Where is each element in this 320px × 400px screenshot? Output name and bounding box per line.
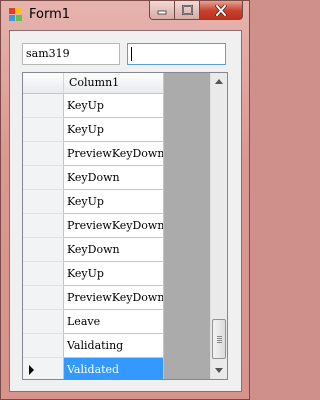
scroll-down-button[interactable] bbox=[211, 362, 227, 379]
table-row[interactable]: KeyDown bbox=[23, 166, 164, 190]
grid-cell[interactable]: PreviewKeyDown bbox=[64, 214, 164, 238]
grid-corner-header[interactable] bbox=[23, 73, 64, 94]
maximize-icon bbox=[181, 5, 193, 15]
table-row[interactable]: Validating bbox=[23, 334, 164, 358]
table-row[interactable]: KeyUp bbox=[23, 262, 164, 286]
grid-cell[interactable]: KeyUp bbox=[64, 262, 164, 286]
grid-cell[interactable]: Validating bbox=[64, 334, 164, 358]
grid-cell[interactable]: Leave bbox=[64, 310, 164, 334]
maximize-button[interactable] bbox=[175, 1, 200, 20]
data-grid-view[interactable]: Column1 KeyUp KeyUp PreviewKeyDown KeyDown K… bbox=[22, 72, 228, 380]
scroll-down-icon bbox=[215, 368, 223, 373]
grid-cell[interactable]: Validated bbox=[64, 358, 164, 379]
table-row[interactable]: Validated bbox=[23, 358, 164, 379]
row-header[interactable] bbox=[23, 286, 64, 310]
title-bar[interactable]: Form1 bbox=[1, 1, 249, 29]
scroll-thumb[interactable] bbox=[212, 319, 226, 359]
grid-cell[interactable]: KeyUp bbox=[64, 118, 164, 142]
row-header[interactable] bbox=[23, 190, 64, 214]
textbox-1[interactable]: sam319 bbox=[22, 43, 120, 65]
text-caret bbox=[131, 47, 132, 61]
grid-cell[interactable]: KeyDown bbox=[64, 166, 164, 190]
column-header-column1[interactable]: Column1 bbox=[64, 73, 164, 94]
current-row-arrow-icon bbox=[29, 365, 34, 375]
vertical-scrollbar[interactable] bbox=[210, 73, 227, 379]
grid-cell[interactable]: KeyUp bbox=[64, 190, 164, 214]
row-header[interactable] bbox=[23, 142, 64, 166]
grid-content: Column1 KeyUp KeyUp PreviewKeyDown KeyDown K… bbox=[23, 73, 210, 379]
table-row[interactable]: KeyUp bbox=[23, 94, 164, 118]
table-row[interactable]: KeyUp bbox=[23, 118, 164, 142]
row-header[interactable] bbox=[23, 166, 64, 190]
row-header[interactable] bbox=[23, 334, 64, 358]
row-header[interactable] bbox=[23, 118, 64, 142]
row-header[interactable] bbox=[23, 214, 64, 238]
minimize-button[interactable] bbox=[149, 1, 175, 20]
table-row[interactable]: PreviewKeyDown bbox=[23, 142, 164, 166]
caption-buttons bbox=[149, 1, 243, 21]
close-icon bbox=[215, 4, 227, 16]
table-row[interactable]: KeyDown bbox=[23, 238, 164, 262]
grid-cell[interactable]: PreviewKeyDown bbox=[64, 142, 164, 166]
table-row[interactable]: Leave bbox=[23, 310, 164, 334]
textbox-2[interactable] bbox=[127, 43, 226, 65]
table-row[interactable]: KeyUp bbox=[23, 190, 164, 214]
scroll-up-icon bbox=[215, 79, 223, 84]
grid-cell[interactable]: KeyDown bbox=[64, 238, 164, 262]
row-header[interactable] bbox=[23, 310, 64, 334]
window-frame: Form1 sam319 Column1 KeyUp KeyUp Preview… bbox=[0, 0, 250, 400]
row-header[interactable] bbox=[23, 238, 64, 262]
row-header[interactable] bbox=[23, 358, 64, 379]
winforms-app-icon bbox=[9, 8, 22, 21]
form-client-area: sam319 Column1 KeyUp KeyUp PreviewKeyDown K… bbox=[9, 30, 242, 392]
grid-header-row: Column1 bbox=[23, 73, 164, 94]
row-header[interactable] bbox=[23, 94, 64, 118]
table-row[interactable]: PreviewKeyDown bbox=[23, 286, 164, 310]
close-button[interactable] bbox=[200, 1, 243, 20]
table-row[interactable]: PreviewKeyDown bbox=[23, 214, 164, 238]
grid-rows: KeyUp KeyUp PreviewKeyDown KeyDown KeyUp Prev… bbox=[23, 94, 164, 379]
minimize-icon bbox=[157, 10, 167, 15]
window-title: Form1 bbox=[29, 7, 71, 22]
grid-cell[interactable]: PreviewKeyDown bbox=[64, 286, 164, 310]
scroll-up-button[interactable] bbox=[211, 73, 227, 90]
row-header[interactable] bbox=[23, 262, 64, 286]
grid-cell[interactable]: KeyUp bbox=[64, 94, 164, 118]
